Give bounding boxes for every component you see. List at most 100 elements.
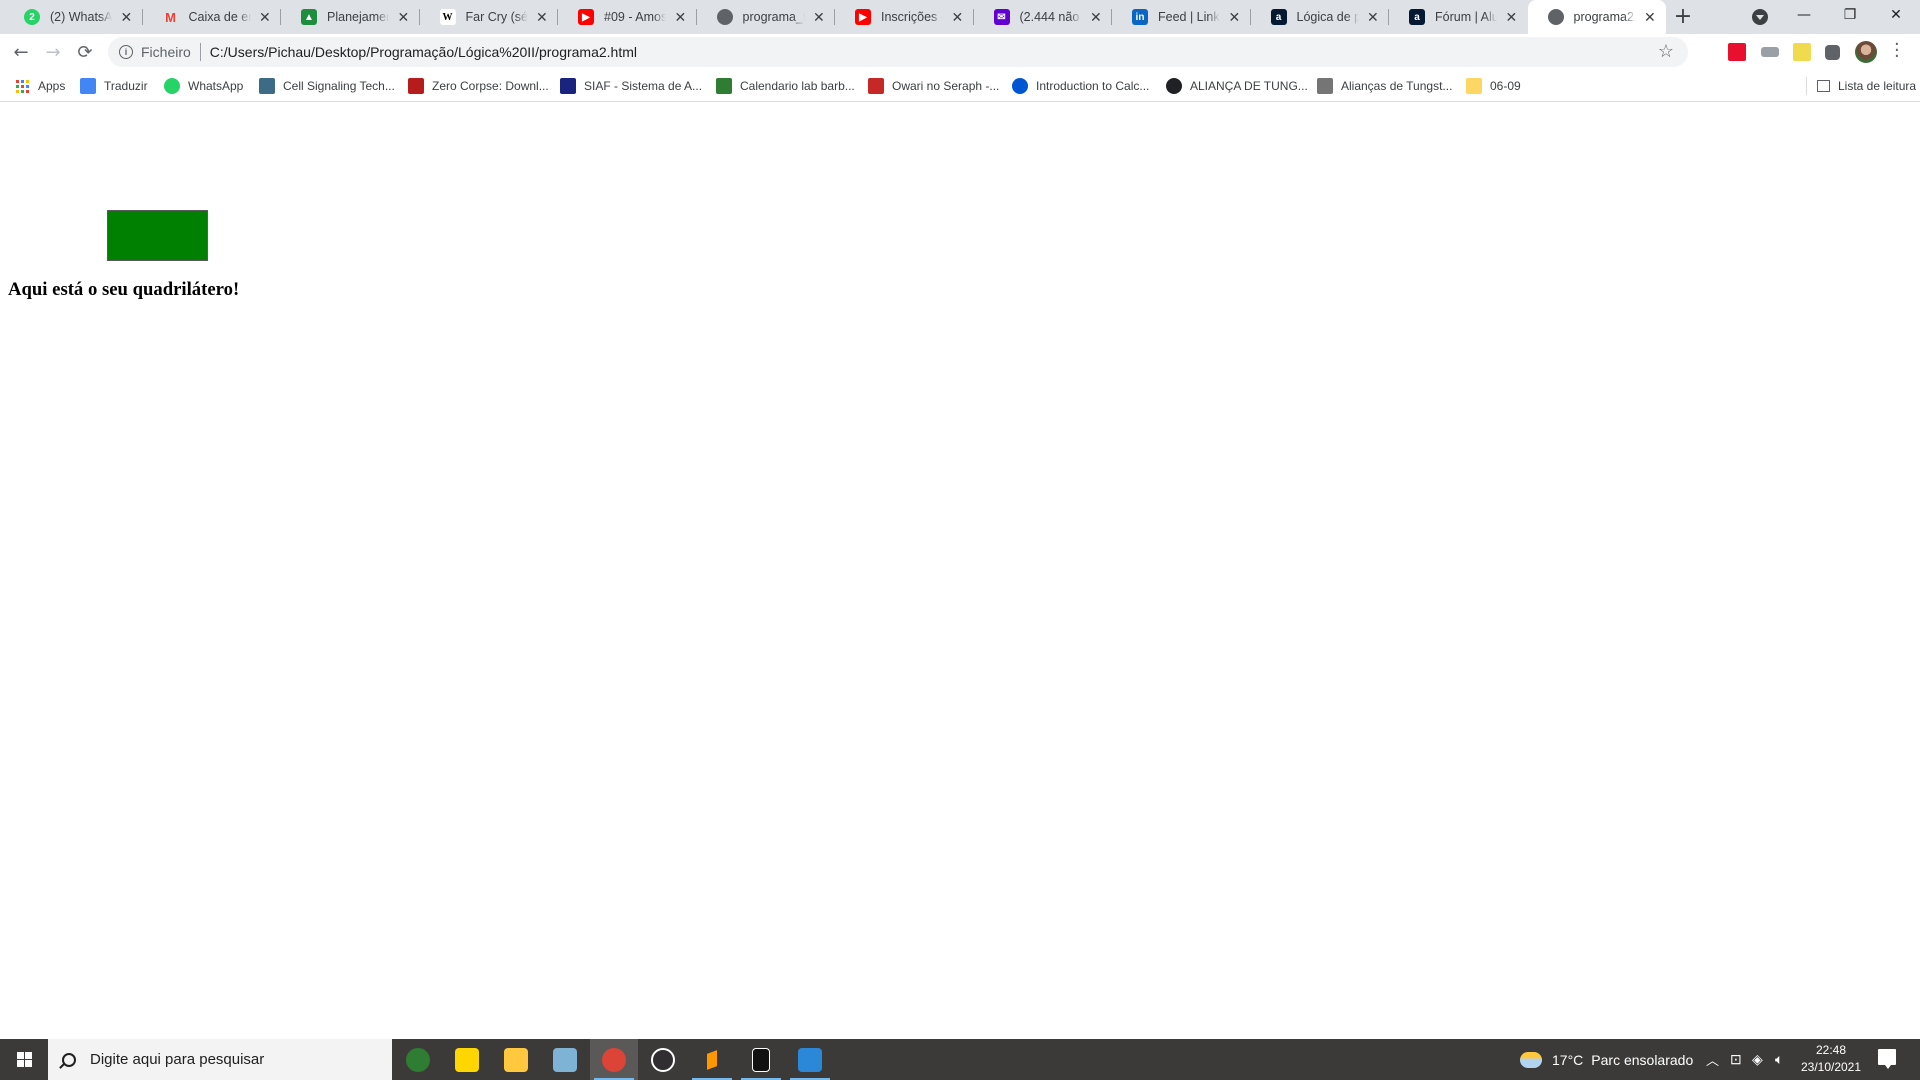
action-center-icon[interactable] xyxy=(1878,1049,1896,1069)
bookmark-label: Introduction to Calc... xyxy=(1036,79,1150,93)
weather-condition: Parc ensolarado xyxy=(1591,1051,1694,1068)
browser-tab[interactable]: M Caixa de entrada ✕ xyxy=(143,0,281,34)
js-extension-icon[interactable] xyxy=(1793,43,1811,61)
taskbar-app[interactable] xyxy=(443,1039,491,1080)
browser-tab[interactable]: ▲ Planejamento ✕ xyxy=(281,0,420,34)
close-tab-icon[interactable]: ✕ xyxy=(674,9,687,26)
browser-tab[interactable]: programa2.html ✕ xyxy=(1527,0,1666,34)
browser-tab[interactable]: 2 (2) WhatsApp ✕ xyxy=(4,0,143,34)
browser-tab[interactable]: a Fórum | Alura ✕ xyxy=(1389,0,1528,34)
reading-list-button[interactable]: Lista de leitura xyxy=(1806,77,1916,95)
close-tab-icon[interactable]: ✕ xyxy=(120,9,133,26)
bookmark-item[interactable]: Calendario lab barb... xyxy=(716,77,855,95)
cell-signaling-icon xyxy=(259,78,275,94)
browser-tab[interactable]: ✉ (2.444 não lidas) ✕ xyxy=(974,0,1112,34)
search-icon xyxy=(62,1052,76,1067)
tab-title: Caixa de entrada xyxy=(188,10,251,24)
site-info-icon[interactable]: i xyxy=(119,45,133,59)
forward-button[interactable]: → xyxy=(41,40,65,64)
siaf-icon xyxy=(560,78,576,94)
new-tab-button[interactable]: + xyxy=(1670,4,1696,30)
bookmark-item[interactable]: Owari no Seraph -... xyxy=(868,77,999,95)
profile-avatar[interactable] xyxy=(1855,41,1877,63)
taskbar-app[interactable] xyxy=(394,1039,442,1080)
whatsapp-icon: 2 xyxy=(24,9,40,25)
taskbar-app[interactable] xyxy=(590,1039,638,1080)
alura-icon: a xyxy=(1270,9,1287,25)
address-bar[interactable]: i Ficheiro C:/Users/Pichau/Desktop/Progr… xyxy=(108,37,1688,67)
browser-tab[interactable]: ▶ Inscrições - YouTube ✕ xyxy=(835,0,974,34)
start-button[interactable] xyxy=(0,1039,48,1080)
bookmark-label: Traduzir xyxy=(104,79,148,93)
wikipedia-icon: W xyxy=(439,9,456,25)
back-button[interactable]: ← xyxy=(9,40,33,64)
bookmark-label: Owari no Seraph -... xyxy=(892,79,1000,93)
browser-tab[interactable]: in Feed | LinkedIn ✕ xyxy=(1112,0,1251,34)
file-explorer-icon xyxy=(504,1047,528,1072)
bookmark-item[interactable]: 06-09 xyxy=(1466,77,1521,95)
volume-icon[interactable]: 🔈︎ xyxy=(1775,1039,1783,1080)
bookmark-item[interactable]: ALIANÇA DE TUNG... xyxy=(1166,77,1308,95)
bookmark-item[interactable]: Cell Signaling Tech... xyxy=(259,77,395,95)
address-divider xyxy=(199,43,201,61)
minimize-button[interactable]: — xyxy=(1781,0,1827,30)
taskbar-search-placeholder: Digite aqui para pesquisar xyxy=(90,1051,265,1068)
bookmark-item[interactable]: Zero Corpse: Downl... xyxy=(408,77,549,95)
taskbar-app[interactable] xyxy=(737,1039,785,1080)
close-tab-icon[interactable]: ✕ xyxy=(1228,9,1241,26)
tab-title: (2) WhatsApp xyxy=(50,10,113,24)
extensions-puzzle-icon[interactable] xyxy=(1825,45,1840,60)
bookmark-item[interactable]: WhatsApp xyxy=(164,77,243,95)
browser-menu-icon[interactable]: · · · xyxy=(1894,36,1900,66)
weather-widget[interactable]: 17°C Parc ensolarado xyxy=(1520,1039,1693,1080)
taskbar-app[interactable] xyxy=(639,1039,687,1080)
taskbar-app[interactable] xyxy=(541,1039,589,1080)
close-tab-icon[interactable]: ✕ xyxy=(1505,9,1518,26)
bookmark-item[interactable]: Introduction to Calc... xyxy=(1012,77,1149,95)
url-text[interactable]: C:/Users/Pichau/Desktop/Programação/Lógi… xyxy=(210,44,637,60)
taskbar-app[interactable] xyxy=(688,1039,736,1080)
restore-button[interactable]: ❐ xyxy=(1827,0,1873,30)
close-window-button[interactable]: ✕ xyxy=(1873,0,1919,30)
alura-icon: a xyxy=(1409,9,1425,25)
bookmark-item[interactable]: Apps xyxy=(14,77,65,95)
close-tab-icon[interactable]: ✕ xyxy=(259,9,271,26)
close-tab-icon[interactable]: ✕ xyxy=(951,9,964,26)
youtube-icon: ▶ xyxy=(855,9,871,25)
screen: + — ❐ ✕ 2 (2) WhatsApp ✕ M Caixa de entrada ✕… xyxy=(0,0,1920,1080)
clock-date: 23/10/2021 xyxy=(1800,1060,1862,1074)
tab-title: Planejamento xyxy=(327,10,389,24)
reload-button[interactable]: ⟳ xyxy=(73,40,97,64)
bookmark-item[interactable]: SIAF - Sistema de A... xyxy=(560,77,702,95)
close-tab-icon[interactable]: ✕ xyxy=(1644,9,1656,26)
taskbar-app[interactable] xyxy=(786,1039,834,1080)
bookmark-label: WhatsApp xyxy=(188,79,244,93)
close-tab-icon[interactable]: ✕ xyxy=(397,9,410,26)
close-tab-icon[interactable]: ✕ xyxy=(1090,9,1102,26)
show-hidden-icons-button[interactable]: ︿ xyxy=(1706,1039,1719,1080)
globe-icon xyxy=(716,9,733,25)
bookmark-star-icon[interactable]: ☆ xyxy=(1658,41,1674,62)
tab-search-icon[interactable] xyxy=(1752,9,1768,25)
mendeley-extension-icon[interactable] xyxy=(1728,43,1746,61)
taskbar-app[interactable] xyxy=(492,1039,540,1080)
zero-corpse-icon xyxy=(408,78,424,94)
browser-tab[interactable]: ▶ #09 - Amostra ✕ xyxy=(558,0,697,34)
taskbar-search-box[interactable]: Digite aqui para pesquisar xyxy=(48,1039,392,1080)
close-tab-icon[interactable]: ✕ xyxy=(813,9,825,26)
browser-tab[interactable]: programa_teste ✕ xyxy=(697,0,835,34)
obs-icon xyxy=(651,1047,675,1072)
close-tab-icon[interactable]: ✕ xyxy=(1367,9,1379,26)
browser-tab[interactable]: W Far Cry (série) ✕ xyxy=(420,0,558,34)
tab-title: (2.444 não lidas) xyxy=(1019,10,1082,24)
bookmark-label: Calendario lab barb... xyxy=(740,79,855,93)
browser-tab[interactable]: a Lógica de programação ✕ xyxy=(1251,0,1389,34)
meet-now-icon[interactable]: ⊡ xyxy=(1730,1039,1742,1080)
bookmark-item[interactable]: Traduzir xyxy=(80,77,148,95)
taskbar-clock[interactable]: 22:48 23/10/2021 xyxy=(1790,1042,1872,1076)
twitter-ext-icon[interactable] xyxy=(1761,47,1779,57)
classroom-icon: ▲ xyxy=(301,9,317,25)
close-tab-icon[interactable]: ✕ xyxy=(536,9,548,26)
bookmark-item[interactable]: Alianças de Tungst... xyxy=(1317,77,1452,95)
network-icon[interactable]: ◈ xyxy=(1752,1039,1763,1080)
